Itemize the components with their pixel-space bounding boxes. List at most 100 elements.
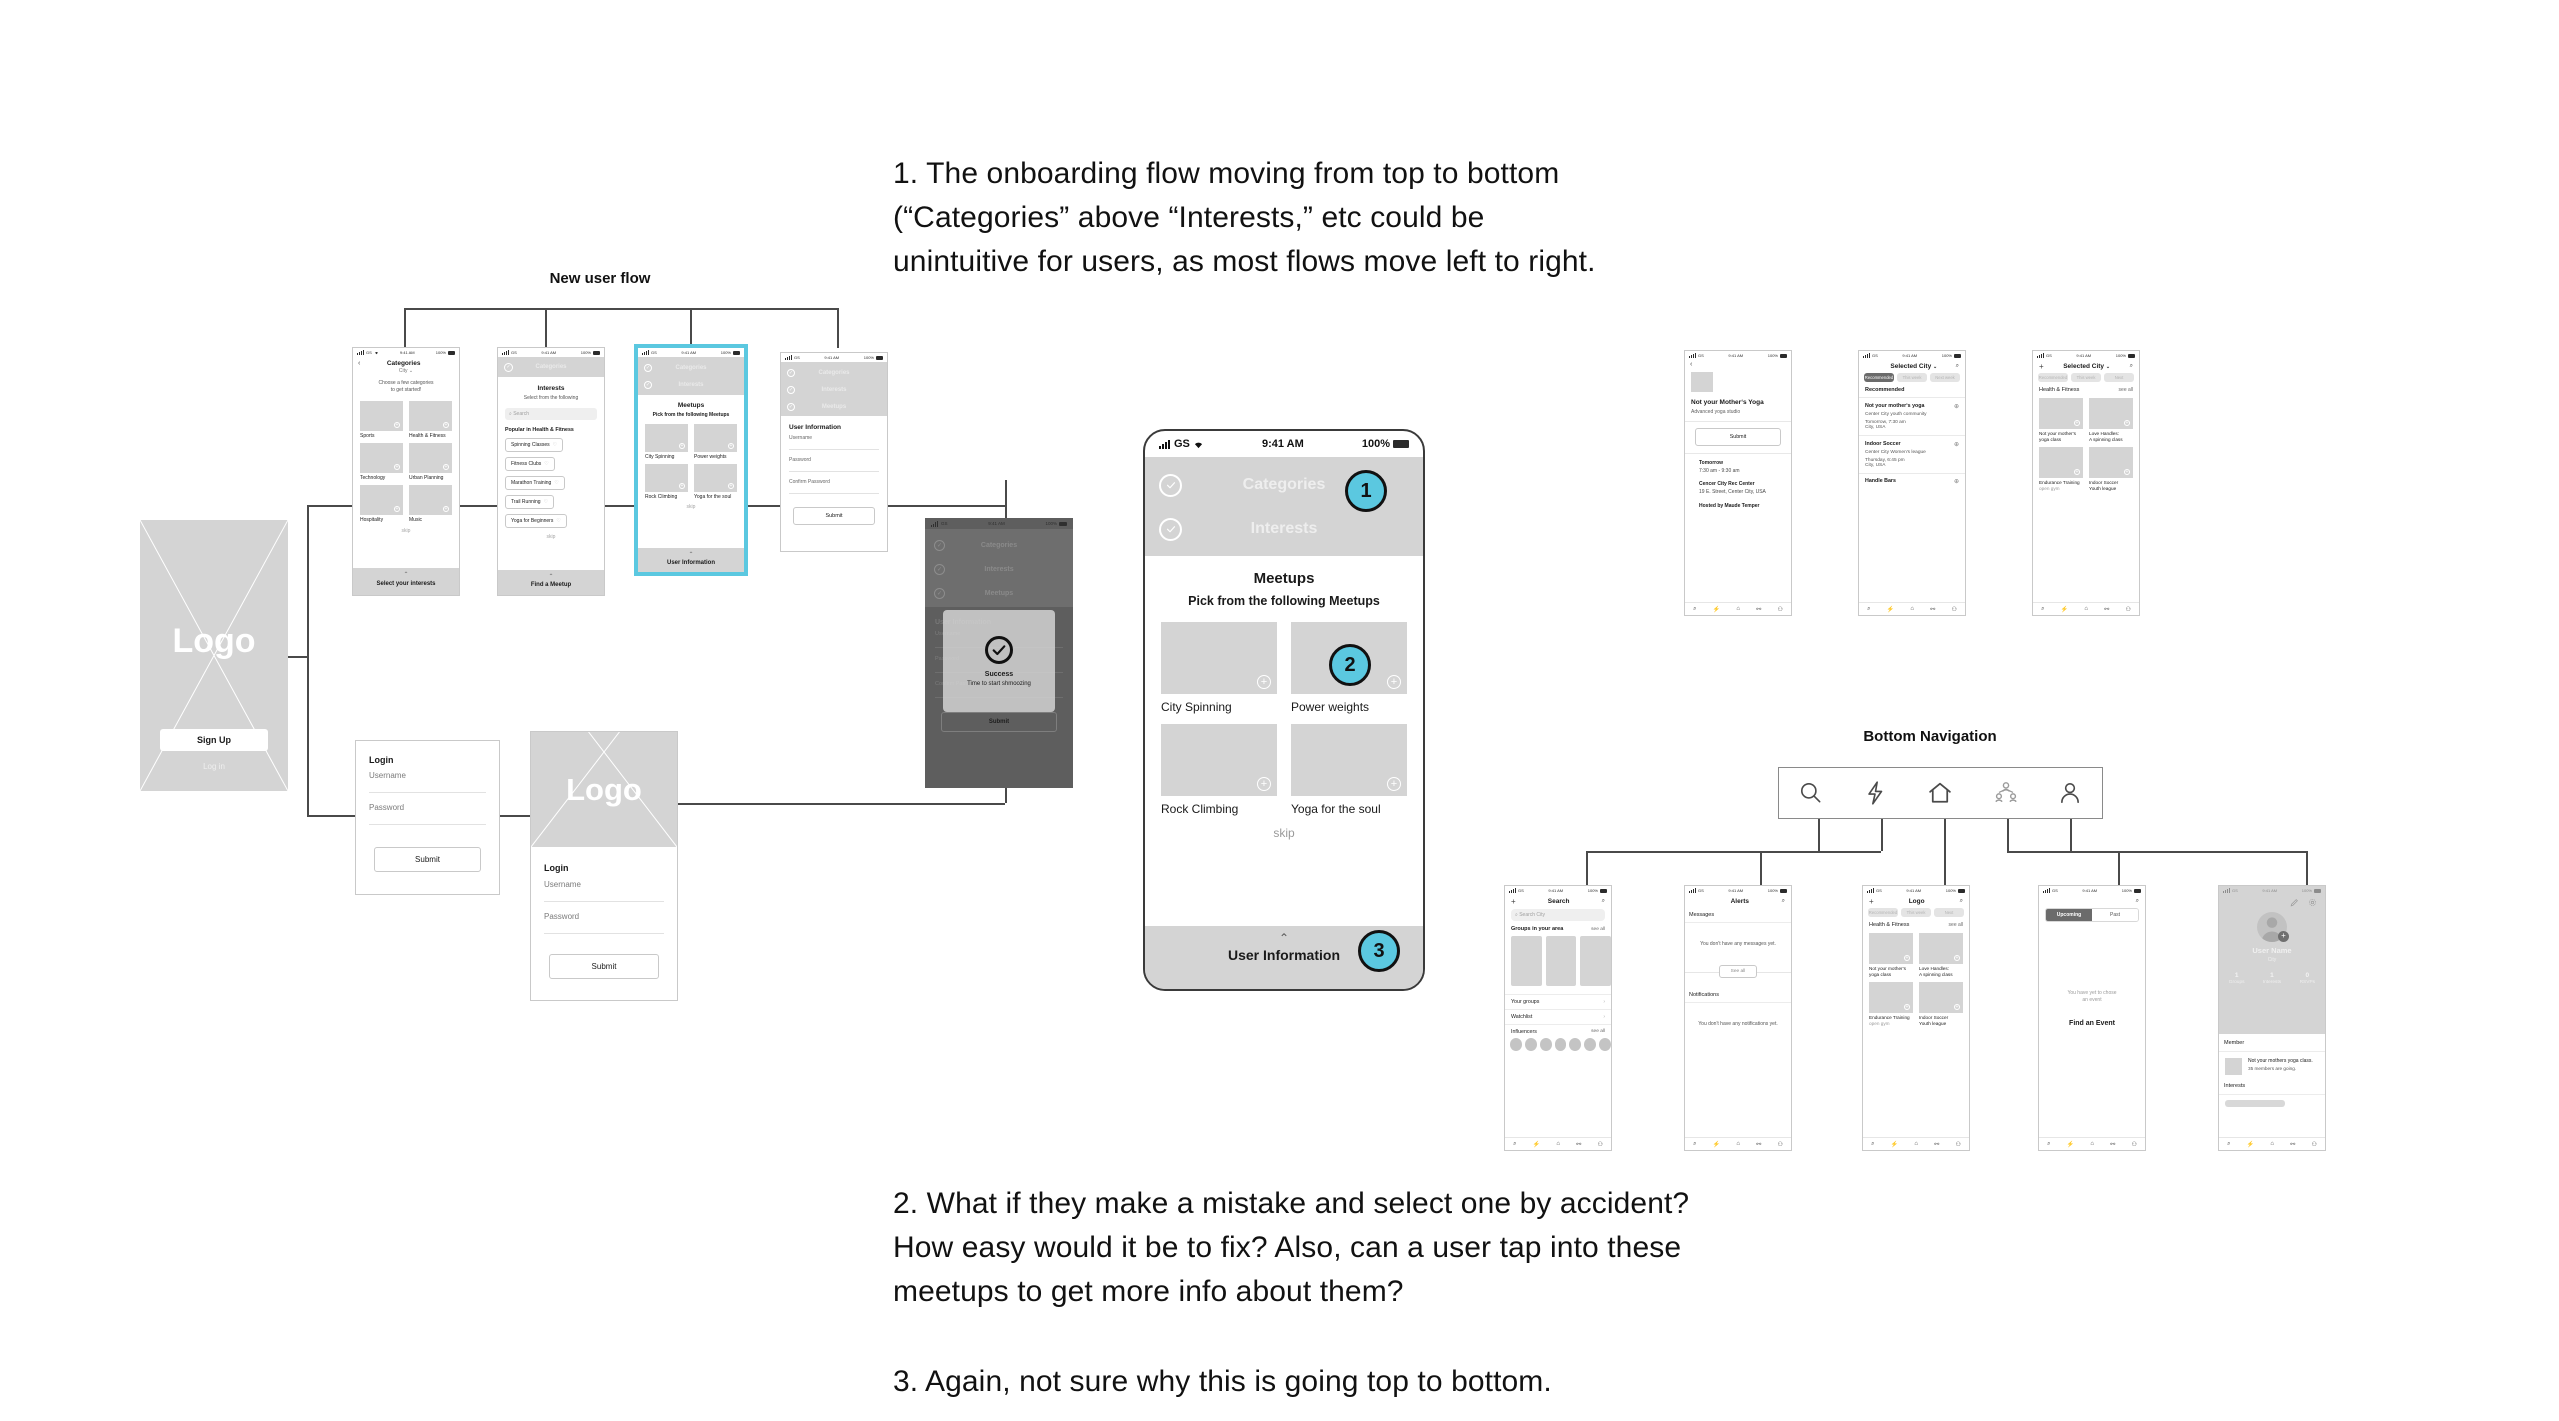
event-card[interactable]: + Indoor Soccer Youth league — [1919, 982, 1963, 1027]
step-categories[interactable]: ✓ Categories — [638, 359, 744, 376]
avatar[interactable]: + — [2257, 912, 2289, 942]
recommended-screen[interactable]: GS 9:41 AM 100% Selected City ⌄ ⌕ Recomm… — [1858, 350, 1966, 616]
step-meetups[interactable]: ✓ Meetups — [781, 398, 887, 415]
meetup-card[interactable]: + Rock Climbing — [1161, 724, 1277, 816]
search-icon[interactable]: ⌕ — [1602, 898, 1605, 905]
search-icon[interactable]: ⌕ — [1782, 898, 1785, 905]
add-icon[interactable]: + — [1387, 675, 1401, 689]
back-icon[interactable]: ‹ — [1690, 361, 1791, 368]
splash-screen[interactable]: Logo Sign Up Log in — [140, 520, 288, 791]
category-item[interactable]: + Technology — [360, 443, 403, 481]
edit-pencil-icon[interactable] — [2290, 898, 2299, 907]
search-icon[interactable]: ⌕ — [1956, 363, 1959, 370]
login-password-field[interactable]: Password — [369, 803, 486, 825]
avatar[interactable] — [1569, 1038, 1582, 1051]
category-item[interactable]: + Health & Fitness — [409, 401, 452, 439]
step-interests[interactable]: ✓ Interests — [781, 381, 887, 398]
profile-actions[interactable] — [2219, 895, 2325, 907]
member-item[interactable]: Not your mothers yoga class. 35 members … — [2219, 1052, 2325, 1075]
see-all-link[interactable]: see all — [1591, 1029, 1605, 1035]
bottom-tab-bar[interactable]: ⌕ ⚡ ⌂ ⚯ ⚇ — [2219, 1137, 2325, 1150]
search-input[interactable]: ⌕ Search — [505, 408, 597, 420]
chip-this-week[interactable]: This week — [1901, 908, 1931, 917]
add-icon[interactable]: ⊕ — [1954, 441, 1959, 448]
confirm-password-field[interactable]: Confirm Password — [789, 479, 879, 494]
category-item[interactable]: + Music — [409, 485, 452, 523]
search-icon[interactable] — [1798, 780, 1824, 806]
event-card[interactable]: + Indoor Soccer Youth league — [2089, 447, 2133, 492]
bottom-tab-bar[interactable]: ⌕ ⚡ ⌂ ⚯ ⚇ — [1859, 602, 1965, 615]
event-detail-screen[interactable]: GS 9:41 AM 100% ‹ Not your Mother‘s Yoga… — [1684, 350, 1792, 616]
bottom-tab-bar[interactable]: ⌕ ⚡ ⌂ ⚯ ⚇ — [1505, 1137, 1611, 1150]
bottom-navigation-component[interactable] — [1778, 767, 2103, 819]
avatar[interactable] — [1599, 1038, 1611, 1051]
add-icon[interactable]: + — [1257, 675, 1271, 689]
meetup-card[interactable]: + City Spinning — [645, 424, 688, 460]
city-selector[interactable]: City ⌄ — [353, 368, 459, 374]
meetups-detail-phone[interactable]: GS 9:41 AM 100% Categories Interests Mee… — [1143, 429, 1425, 991]
interest-tag[interactable]: Fitness Clubs ♡ — [505, 457, 555, 471]
username-field[interactable]: Username — [789, 435, 879, 450]
logo-login-username-field[interactable]: Username — [544, 880, 664, 902]
person-icon[interactable] — [2057, 780, 2083, 806]
list-item[interactable]: Indoor Soccer ⊕ Center City Women's leag… — [1859, 435, 1965, 473]
submit-button[interactable]: Submit — [941, 712, 1057, 732]
chip-recommended[interactable]: Recommended — [1864, 373, 1894, 382]
event-card[interactable]: + Endurance Training open gym — [1869, 982, 1913, 1027]
filter-chip-row[interactable]: Recommended This week Next — [1863, 908, 1969, 917]
meetup-card[interactable]: + Yoga for the soul — [694, 464, 737, 500]
success-screen[interactable]: GS 9:41 AM 100% ✓ Categories ✓ Interests… — [925, 518, 1073, 788]
submit-button[interactable]: Submit — [793, 507, 875, 525]
step-categories[interactable]: ✓ Categories — [498, 357, 604, 377]
search-screen[interactable]: GS 9:41 AM 100% + Search ⌕ ⌕ Search City… — [1504, 885, 1612, 1151]
group-card[interactable] — [1580, 936, 1611, 986]
group-card[interactable] — [1511, 936, 1542, 986]
events-screen[interactable]: GS 9:41 AM 100% ⌕ Upcoming Past You have… — [2038, 885, 2146, 1151]
search-input[interactable]: ⌕ Search City — [1511, 909, 1605, 921]
see-all-link[interactable]: see all — [1591, 927, 1605, 932]
search-icon[interactable]: ⌕ — [2130, 363, 2133, 370]
category-item[interactable]: + Sports — [360, 401, 403, 439]
gear-icon[interactable] — [2308, 898, 2317, 907]
skip-link[interactable]: skip — [638, 504, 744, 510]
see-all-link[interactable]: see all — [1949, 922, 1963, 928]
password-field[interactable]: Password — [789, 457, 879, 472]
group-card[interactable] — [1545, 936, 1577, 986]
skip-link[interactable]: skip — [353, 528, 459, 534]
meetup-card[interactable]: + Yoga for the soul — [1291, 724, 1407, 816]
avatar[interactable] — [1584, 1038, 1597, 1051]
event-card[interactable]: + Not your mother‘s yoga class — [2039, 398, 2083, 443]
category-item[interactable]: + Urban Planning — [409, 443, 452, 481]
chip-this-week[interactable]: This week — [1897, 373, 1927, 382]
list-item[interactable]: Handle Bars ⊕ — [1859, 473, 1965, 489]
event-card[interactable]: + Love Handles: A spinning class — [2089, 398, 2133, 443]
list-item[interactable]: Not your mother‘s yoga ⊕ Center City you… — [1859, 397, 1965, 435]
skip-link[interactable]: skip — [1145, 826, 1423, 840]
bottom-tab-bar[interactable]: ⌕ ⚡ ⌂ ⚯ ⚇ — [1685, 602, 1791, 615]
segmented-control[interactable]: Upcoming Past — [2045, 908, 2139, 922]
interest-tag[interactable]: Yoga for Beginners ♡ — [505, 514, 567, 528]
tab-upcoming[interactable]: Upcoming — [2046, 909, 2092, 921]
meetup-card[interactable]: + City Spinning — [1161, 622, 1277, 714]
footer-next-step[interactable]: ⌃ User Information — [638, 548, 744, 572]
log-in-link[interactable]: Log in — [140, 762, 288, 771]
login-username-field[interactable]: Username — [369, 771, 486, 793]
search-icon[interactable]: ⌕ — [1960, 898, 1963, 905]
chip-next-week[interactable]: Next week — [1930, 373, 1960, 382]
city-selector[interactable]: Selected City ⌄ — [2044, 363, 2130, 370]
health-fitness-screen[interactable]: GS 9:41 AM 100% + Selected City ⌄ ⌕ Reco… — [2032, 350, 2140, 616]
group-icon[interactable] — [1993, 780, 2019, 806]
chip-recommended[interactable]: Recommended — [2038, 373, 2068, 382]
interest-tag[interactable]: Spinning Classes ♡ — [505, 438, 564, 452]
meetup-card[interactable]: + Power weights — [694, 424, 737, 460]
logo-login-screen[interactable]: Logo Login Username Password Submit — [530, 731, 678, 1001]
meetup-card[interactable]: + Rock Climbing — [645, 464, 688, 500]
categories-screen[interactable]: GS 9:41 AM 100% ‹ Categories City ⌄ Choo… — [352, 347, 460, 596]
login-card-screen[interactable]: Login Username Password Submit — [355, 740, 500, 895]
chip-next[interactable]: Next — [1934, 908, 1964, 917]
skip-link[interactable]: skip — [498, 534, 604, 540]
list-item-watchlist[interactable]: Watchlist › — [1505, 1009, 1611, 1024]
event-card[interactable]: + Endurance Training open gym — [2039, 447, 2083, 492]
meetups-screen-highlighted[interactable]: GS 9:41 AM 100% ✓ Categories ✓ Interests… — [634, 344, 748, 576]
avatar[interactable] — [1554, 1038, 1567, 1051]
